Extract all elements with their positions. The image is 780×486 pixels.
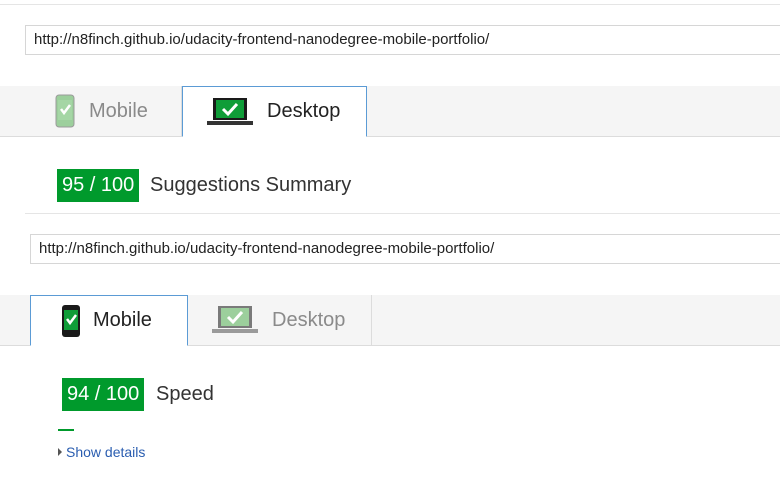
score-underline bbox=[58, 429, 74, 431]
top-score-badge: 95 / 100 bbox=[57, 169, 140, 202]
top-tab-mobile-label: Mobile bbox=[89, 99, 148, 122]
top-score-title: Suggestions Summary bbox=[150, 174, 352, 196]
laptop-icon bbox=[207, 97, 253, 125]
bottom-tab-desktop[interactable]: Desktop bbox=[188, 295, 372, 345]
bottom-tab-desktop-label: Desktop bbox=[272, 308, 346, 331]
top-url-field[interactable]: http://n8finch.github.io/udacity-fronten… bbox=[25, 25, 780, 55]
mobile-phone-icon bbox=[62, 304, 80, 337]
top-tabbar: Mobile Desktop bbox=[0, 86, 780, 137]
show-details-label: Show details bbox=[66, 444, 146, 460]
top-tab-mobile[interactable]: Mobile bbox=[25, 86, 182, 136]
top-divider bbox=[0, 4, 780, 5]
expand-triangle-icon bbox=[58, 448, 62, 456]
bottom-score-badge: 94 / 100 bbox=[62, 378, 145, 411]
bottom-tab-mobile-label: Mobile bbox=[93, 309, 152, 331]
mobile-phone-icon bbox=[55, 94, 75, 128]
show-details-link[interactable]: Show details bbox=[58, 444, 145, 460]
laptop-icon bbox=[212, 306, 258, 333]
top-tab-desktop[interactable]: Desktop bbox=[182, 86, 367, 137]
bottom-tab-mobile[interactable]: Mobile bbox=[30, 295, 188, 346]
bottom-tabbar: Mobile Desktop bbox=[0, 295, 780, 346]
bottom-score-title: Speed bbox=[156, 383, 214, 405]
bottom-url-field[interactable]: http://n8finch.github.io/udacity-fronten… bbox=[30, 234, 780, 264]
top-tab-desktop-label: Desktop bbox=[267, 100, 341, 122]
section-divider bbox=[25, 213, 780, 214]
